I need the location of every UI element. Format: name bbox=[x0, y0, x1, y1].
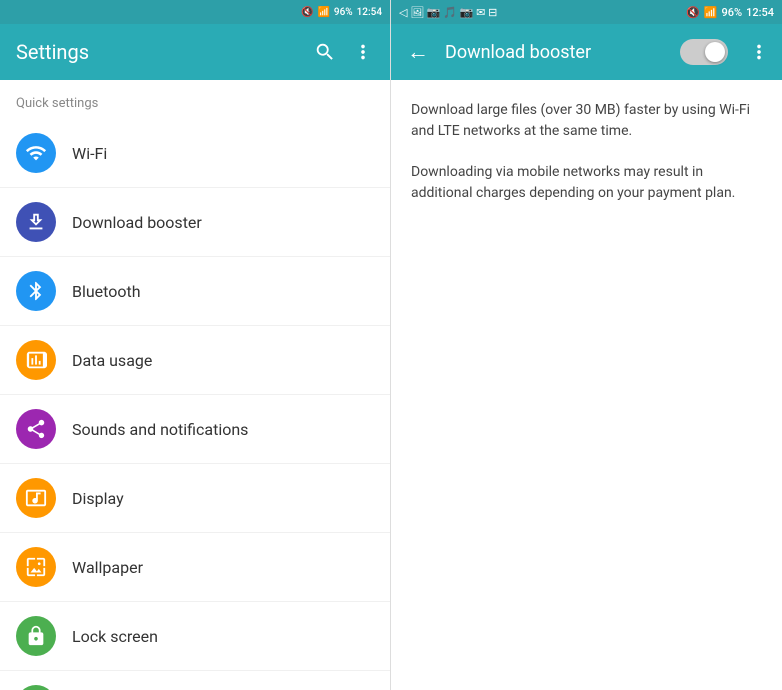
wifi-icon bbox=[25, 142, 47, 164]
bluetooth-icon-bg bbox=[16, 271, 56, 311]
time-left: 12:54 bbox=[357, 7, 382, 18]
wifi-icon-bg bbox=[16, 133, 56, 173]
lock-screen-icon bbox=[25, 625, 47, 647]
wallpaper-label: Wallpaper bbox=[72, 558, 143, 577]
settings-list: Wi-Fi Download booster Bluetooth bbox=[0, 119, 390, 690]
quick-settings-label: Quick settings bbox=[0, 80, 390, 119]
sidebar-item-wallpaper[interactable]: Wallpaper bbox=[0, 533, 390, 602]
sidebar-item-data-usage[interactable]: Data usage bbox=[0, 326, 390, 395]
download-booster-icon-bg bbox=[16, 202, 56, 242]
right-time: 12:54 bbox=[746, 6, 774, 19]
right-status-bar: ◁ 🖼 📷 🎵 📷 ✉ ⊟ 🔇 📶 96% 12:54 bbox=[391, 0, 782, 24]
sounds-icon-bg bbox=[16, 409, 56, 449]
wallpaper-icon-bg bbox=[16, 547, 56, 587]
left-panel: 🔇 📶 96% 12:54 Settings Quick settings bbox=[0, 0, 391, 690]
wallpaper-icon bbox=[25, 556, 47, 578]
right-status-icons: ◁ 🖼 📷 🎵 📷 ✉ ⊟ bbox=[399, 6, 497, 19]
right-status-right-icons: 🔇 📶 96% 12:54 bbox=[686, 6, 774, 19]
mute-icon: 🔇 bbox=[301, 7, 313, 18]
right-panel: ◁ 🖼 📷 🎵 📷 ✉ ⊟ 🔇 📶 96% 12:54 ← Download b… bbox=[391, 0, 782, 690]
more-icon-right[interactable] bbox=[748, 41, 770, 63]
sounds-label: Sounds and notifications bbox=[72, 420, 248, 439]
search-icon[interactable] bbox=[314, 41, 336, 63]
data-usage-icon-bg bbox=[16, 340, 56, 380]
download-booster-icon bbox=[25, 211, 47, 233]
right-header: ← Download booster bbox=[391, 24, 782, 80]
toggle-thumb bbox=[705, 42, 725, 62]
sidebar-item-lock-screen[interactable]: Lock screen bbox=[0, 602, 390, 671]
wifi-status-icon: 📶 bbox=[317, 7, 329, 18]
battery-text: 96% bbox=[334, 7, 353, 18]
download-booster-content: Download large files (over 30 MB) faster… bbox=[391, 80, 782, 690]
sidebar-item-download-booster[interactable]: Download booster bbox=[0, 188, 390, 257]
notification-panel-icon-bg bbox=[16, 685, 56, 690]
lock-screen-icon-bg bbox=[16, 616, 56, 656]
download-booster-label: Download booster bbox=[72, 213, 202, 232]
right-status-left-icons: ◁ 🖼 📷 🎵 📷 ✉ ⊟ bbox=[399, 6, 686, 19]
settings-title: Settings bbox=[16, 40, 89, 64]
display-icon bbox=[25, 487, 47, 509]
left-status-icons: 🔇 📶 96% 12:54 bbox=[301, 7, 382, 18]
right-mute-icon: 🔇 bbox=[686, 6, 700, 19]
left-status-bar: 🔇 📶 96% 12:54 bbox=[0, 0, 390, 24]
sidebar-item-display[interactable]: Display bbox=[0, 464, 390, 533]
sidebar-item-wifi[interactable]: Wi-Fi bbox=[0, 119, 390, 188]
sounds-icon bbox=[25, 418, 47, 440]
right-battery-text: 96% bbox=[721, 6, 742, 19]
display-label: Display bbox=[72, 489, 124, 508]
back-button[interactable]: ← bbox=[403, 35, 433, 69]
data-usage-icon bbox=[25, 349, 47, 371]
download-booster-toggle[interactable] bbox=[680, 39, 728, 65]
sidebar-item-notification-panel[interactable]: Notification panel bbox=[0, 671, 390, 690]
description-1: Download large files (over 30 MB) faster… bbox=[411, 100, 762, 142]
bluetooth-icon bbox=[25, 280, 47, 302]
left-header-icons bbox=[314, 41, 374, 63]
data-usage-label: Data usage bbox=[72, 351, 152, 370]
sidebar-item-sounds[interactable]: Sounds and notifications bbox=[0, 395, 390, 464]
left-header: Settings bbox=[0, 24, 390, 80]
toggle-track bbox=[680, 39, 728, 65]
bluetooth-label: Bluetooth bbox=[72, 282, 141, 301]
lock-screen-label: Lock screen bbox=[72, 627, 158, 646]
download-booster-title: Download booster bbox=[445, 42, 668, 63]
display-icon-bg bbox=[16, 478, 56, 518]
wifi-label: Wi-Fi bbox=[72, 144, 107, 163]
sidebar-item-bluetooth[interactable]: Bluetooth bbox=[0, 257, 390, 326]
right-wifi-icon: 📶 bbox=[704, 6, 718, 19]
description-2: Downloading via mobile networks may resu… bbox=[411, 162, 762, 204]
more-icon-left[interactable] bbox=[352, 41, 374, 63]
